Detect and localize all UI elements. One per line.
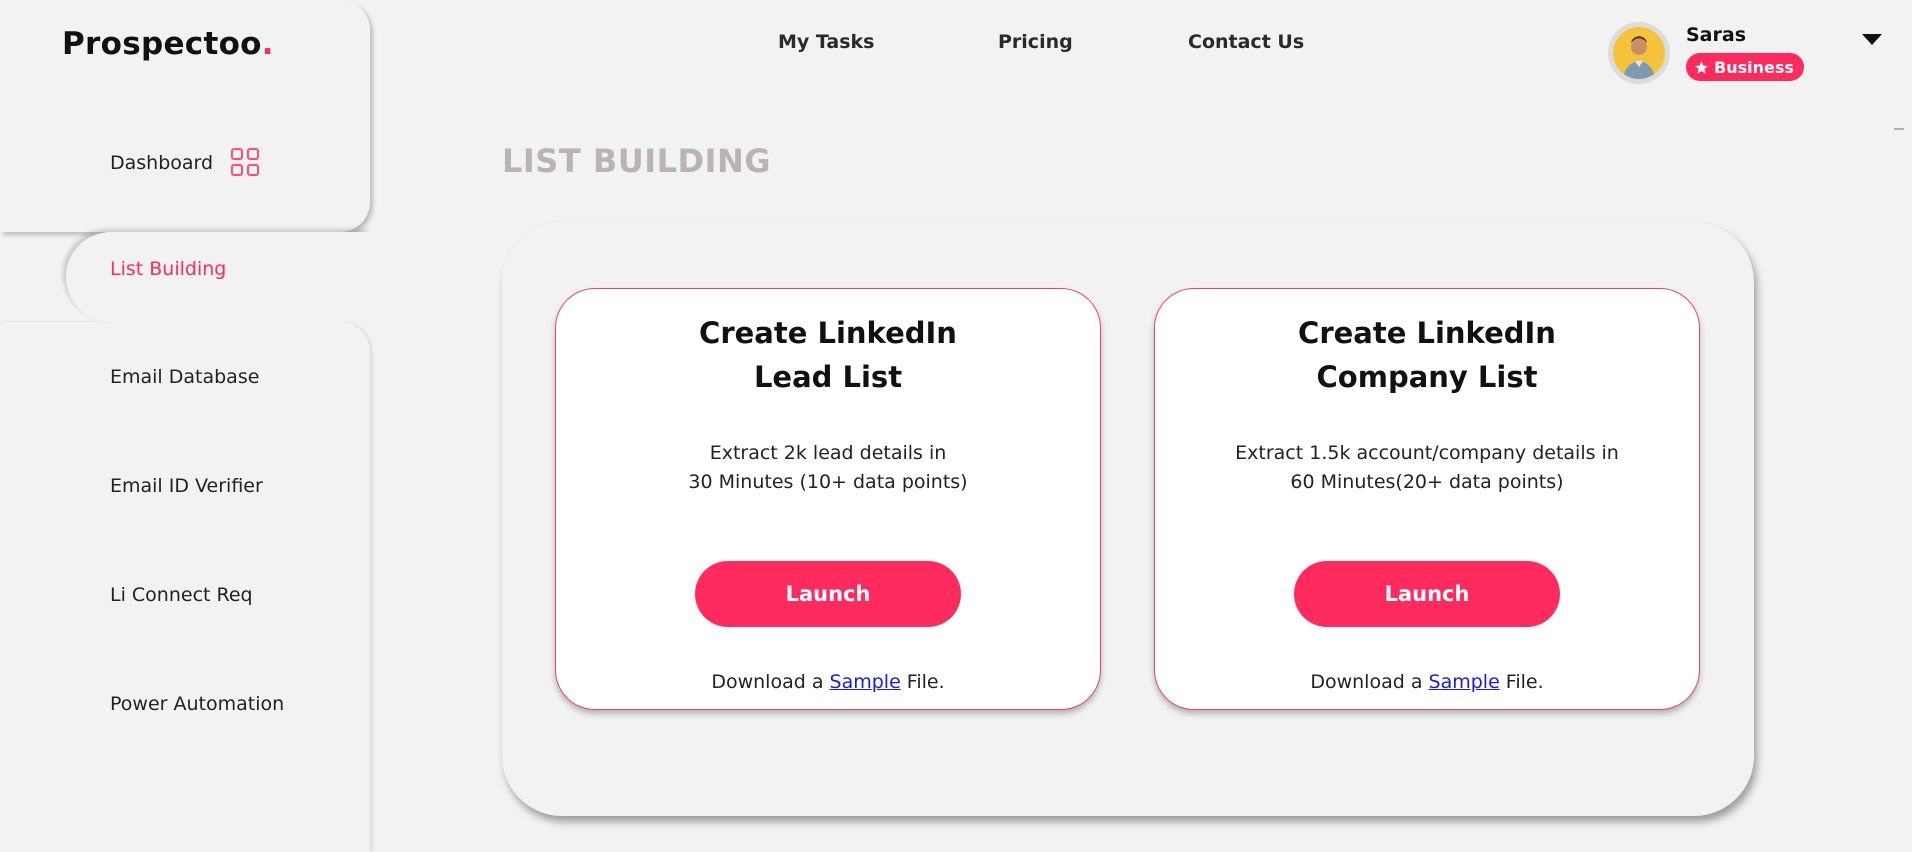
plan-label: Business bbox=[1714, 57, 1794, 77]
download-prefix: Download a bbox=[711, 671, 830, 693]
launch-button[interactable]: Launch bbox=[695, 561, 961, 627]
brand-name: Prospectoo bbox=[62, 26, 262, 62]
download-sample-text: Download a Sample File. bbox=[1155, 671, 1699, 693]
card-title-line: Create LinkedIn bbox=[699, 316, 957, 350]
sidebar-item-email-database[interactable]: Email Database bbox=[110, 366, 259, 388]
avatar-image bbox=[1613, 27, 1665, 79]
card-description-line: 30 Minutes (10+ data points) bbox=[688, 471, 968, 493]
sidebar-item-power-automation[interactable]: Power Automation bbox=[110, 693, 284, 715]
sample-file-link[interactable]: Sample bbox=[830, 671, 901, 693]
card-title-line: Company List bbox=[1316, 360, 1538, 394]
sidebar-item-dashboard[interactable]: Dashboard bbox=[110, 148, 261, 178]
sidebar-item-email-id-verifier[interactable]: Email ID Verifier bbox=[110, 475, 263, 497]
card-description: Extract 1.5k account/company details in … bbox=[1155, 439, 1699, 497]
card-description-line: Extract 2k lead details in bbox=[709, 442, 947, 464]
page-title: LIST BUILDING bbox=[502, 142, 771, 180]
user-menu-chevron-down-icon[interactable] bbox=[1862, 34, 1882, 45]
sidebar-item-list-building[interactable]: List Building bbox=[110, 258, 226, 280]
sidebar-item-label: Dashboard bbox=[110, 152, 214, 174]
nav-link-contact-us[interactable]: Contact Us bbox=[1188, 31, 1304, 53]
sidebar: Prospectoo. Dashboard List Building Emai… bbox=[0, 0, 370, 852]
card-title: Create LinkedIn Company List bbox=[1155, 311, 1699, 399]
download-sample-text: Download a Sample File. bbox=[556, 671, 1100, 693]
card-title-line: Create LinkedIn bbox=[1298, 316, 1556, 350]
brand-dot: . bbox=[261, 26, 274, 62]
card-title-line: Lead List bbox=[753, 360, 903, 394]
nav-link-my-tasks[interactable]: My Tasks bbox=[778, 31, 875, 53]
card-description-line: Extract 1.5k account/company details in bbox=[1235, 442, 1619, 464]
download-suffix: File. bbox=[900, 671, 945, 693]
avatar[interactable] bbox=[1608, 22, 1670, 84]
sidebar-item-label: List Building bbox=[110, 258, 227, 280]
launch-button[interactable]: Launch bbox=[1294, 561, 1560, 627]
sidebar-item-label: Power Automation bbox=[110, 693, 285, 715]
sidebar-item-label: Li Connect Req bbox=[110, 584, 253, 606]
sidebar-item-li-connect-req[interactable]: Li Connect Req bbox=[110, 584, 253, 606]
nav-link-pricing[interactable]: Pricing bbox=[998, 31, 1073, 53]
card-title: Create LinkedIn Lead List bbox=[556, 311, 1100, 399]
sidebar-item-label: Email ID Verifier bbox=[110, 475, 263, 497]
scrollbar[interactable] bbox=[1894, 128, 1904, 130]
sample-file-link[interactable]: Sample bbox=[1429, 671, 1500, 693]
brand-logo[interactable]: Prospectoo. bbox=[62, 26, 274, 62]
user-name: Saras bbox=[1686, 24, 1747, 46]
lead-list-card: Create LinkedIn Lead List Extract 2k lea… bbox=[555, 288, 1101, 710]
company-list-card: Create LinkedIn Company List Extract 1.5… bbox=[1154, 288, 1700, 710]
card-description: Extract 2k lead details in 30 Minutes (1… bbox=[556, 439, 1100, 497]
card-description-line: 60 Minutes(20+ data points) bbox=[1290, 471, 1564, 493]
sidebar-item-label: Email Database bbox=[110, 366, 260, 388]
plan-badge: Business bbox=[1686, 53, 1804, 81]
download-suffix: File. bbox=[1499, 671, 1544, 693]
star-icon bbox=[1695, 60, 1708, 73]
grid-icon bbox=[231, 148, 261, 178]
download-prefix: Download a bbox=[1310, 671, 1429, 693]
